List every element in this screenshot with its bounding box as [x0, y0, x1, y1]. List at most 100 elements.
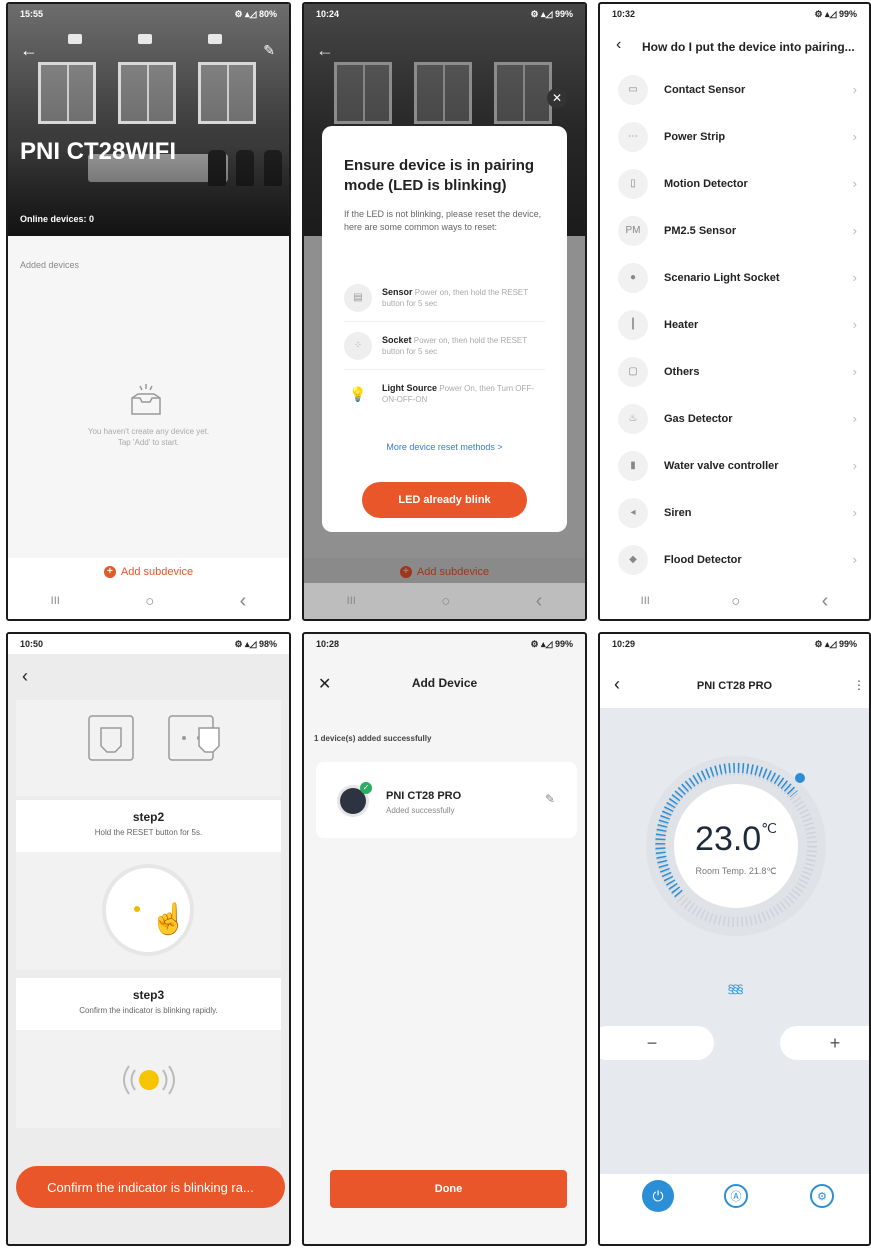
device-type-label: Others: [664, 365, 700, 378]
back-chevron-icon[interactable]: ‹: [616, 36, 621, 54]
led-already-blink-button[interactable]: LED already blink: [362, 482, 527, 518]
power-button[interactable]: ⏻: [642, 1180, 674, 1212]
edit-pencil-icon[interactable]: ✎: [263, 42, 275, 59]
temperature-unit: ℃: [761, 820, 777, 836]
sensor-icon: ▤: [344, 283, 372, 312]
android-nav-bar: III ○ ‹: [8, 583, 289, 619]
back-arrow-icon[interactable]: ←: [316, 40, 334, 61]
recent-apps-icon[interactable]: III: [641, 595, 650, 607]
edit-pencil-icon[interactable]: ✎: [545, 792, 555, 806]
screen-pairing-dialog: 10:24 ⚙ ▴◿ 99% ← ✕ Ensure device is in p…: [302, 2, 587, 621]
chevron-right-icon: ›: [852, 223, 857, 238]
hand-pointer-icon: ☝: [150, 903, 188, 936]
increase-button[interactable]: +: [780, 1026, 869, 1060]
chevron-right-icon: ›: [852, 505, 857, 520]
section-label: Added devices: [20, 260, 80, 270]
reset-row-light: 💡 Light Source Power On, then Turn OFF-O…: [344, 370, 545, 418]
android-nav-bar: III ○ ‹: [304, 583, 585, 619]
nav-back-icon[interactable]: ‹: [822, 590, 829, 613]
device-type-item[interactable]: PM PM2.5 Sensor ›: [600, 207, 869, 254]
settings-gear-icon[interactable]: ⚙: [810, 1184, 834, 1208]
done-button[interactable]: Done: [330, 1170, 567, 1208]
chevron-right-icon: ›: [852, 176, 857, 191]
device-reset-button-icon: ☝: [106, 868, 190, 952]
device-type-item[interactable]: ◂ Siren ›: [600, 489, 869, 536]
chevron-right-icon: ›: [852, 458, 857, 473]
reset-row-socket: ⁘ Socket Power on, then hold the RESET b…: [344, 322, 545, 370]
device-type-item[interactable]: ┃ Heater ›: [600, 301, 869, 348]
home-icon[interactable]: ○: [731, 593, 740, 610]
more-reset-methods-link[interactable]: More device reset methods >: [322, 442, 567, 452]
flood-detector-icon: ◆: [618, 544, 648, 575]
android-nav-bar: III ○ ‹: [600, 583, 869, 619]
back-arrow-icon[interactable]: ←: [20, 40, 38, 61]
temperature-dial[interactable]: 23.0℃ Room Temp. 21.8℃: [644, 754, 828, 938]
add-subdevice-button[interactable]: + Add subdevice: [8, 558, 289, 586]
step3-illustration: [16, 1030, 281, 1128]
chevron-right-icon: ›: [852, 317, 857, 332]
nav-back-icon[interactable]: ‹: [536, 590, 543, 613]
screen-device-home: 15:55 ⚙ ▴◿ 80% ← ✎ PNI CT28WIFI Online d…: [6, 2, 291, 621]
room-temperature: Room Temp. 21.8℃: [695, 866, 777, 876]
dialog-title: Ensure device is in pairing mode (LED is…: [344, 157, 535, 194]
device-type-label: Flood Detector: [664, 553, 742, 566]
device-type-item[interactable]: ▭ Contact Sensor ›: [600, 66, 869, 113]
target-temperature: 23.0: [695, 820, 762, 858]
step2-title: step2: [132, 810, 165, 824]
device-type-item[interactable]: ◆ Flood Detector ›: [600, 536, 869, 583]
pm25-sensor-icon: PM: [618, 215, 648, 246]
device-status: Added successfully: [386, 806, 455, 815]
dialog-description: If the LED is not blinking, please reset…: [344, 209, 542, 232]
chevron-right-icon: ›: [852, 270, 857, 285]
heater-icon: ┃: [618, 309, 648, 340]
home-icon[interactable]: ○: [441, 593, 450, 610]
device-type-label: Gas Detector: [664, 412, 733, 425]
light-bulb-icon: 💡: [344, 380, 372, 408]
home-icon[interactable]: ○: [145, 593, 154, 610]
decrease-button[interactable]: −: [600, 1026, 714, 1060]
recent-apps-icon[interactable]: III: [347, 595, 356, 607]
step2-illustration: ☝: [16, 852, 281, 970]
nav-back-icon[interactable]: ‹: [240, 590, 247, 613]
page-title: PNI CT28 PRO: [696, 680, 773, 692]
add-subdevice-button[interactable]: + Add subdevice: [304, 558, 585, 586]
chevron-right-icon: ›: [852, 129, 857, 144]
plus-circle-icon: +: [103, 566, 116, 578]
device-type-item[interactable]: ▢ Others ›: [600, 348, 869, 395]
siren-icon: ◂: [618, 497, 648, 528]
contact-sensor-icon: ▭: [618, 74, 648, 105]
led-dot: [134, 906, 140, 912]
plus-icon: +: [829, 1032, 841, 1053]
device-title: PNI CT28WIFI: [20, 138, 177, 165]
device-type-item[interactable]: ● Scenario Light Socket ›: [600, 254, 869, 301]
confirm-indicator-button[interactable]: Confirm the indicator is blinking ra...: [16, 1166, 285, 1208]
more-icon[interactable]: ⋮: [853, 678, 865, 692]
device-card[interactable]: ✓ PNI CT28 PRO Added successfully ✎: [316, 762, 577, 838]
mode-button[interactable]: Ⓐ: [724, 1184, 748, 1208]
device-type-item[interactable]: ▮ Water valve controller ›: [600, 442, 869, 489]
step3-text: Confirm the indicator is blinking rapidl…: [79, 1006, 218, 1015]
power-strip-icon: ⋯: [618, 121, 648, 152]
device-type-item[interactable]: ♨ Gas Detector ›: [600, 395, 869, 442]
device-type-label: Siren: [664, 506, 692, 519]
page-title: Add Device: [411, 676, 478, 690]
device-type-item[interactable]: ▯ Motion Detector ›: [600, 160, 869, 207]
page-title: How do I put the device into pairing...: [642, 40, 855, 54]
device-type-label: PM2.5 Sensor: [664, 224, 737, 237]
screen-device-list: 10:32 ⚙ ▴◿ 99% ‹ How do I put the device…: [598, 2, 871, 621]
socket-icon: ⁘: [344, 331, 372, 360]
step3-title: step3: [132, 988, 165, 1002]
back-chevron-icon[interactable]: ‹: [22, 666, 28, 687]
recent-apps-icon[interactable]: III: [51, 595, 60, 607]
chevron-right-icon: ›: [852, 82, 857, 97]
close-icon[interactable]: ✕: [547, 88, 567, 108]
step2-text: Hold the RESET button for 5s.: [94, 828, 203, 837]
water-valve-icon: ▮: [618, 450, 648, 481]
device-type-label: Motion Detector: [664, 177, 748, 190]
chevron-right-icon: ›: [852, 552, 857, 567]
screen-add-device-success: 10:28 ⚙ ▴◿ 99% ✕ Add Device 1 device(s) …: [302, 632, 587, 1246]
success-check-icon: ✓: [360, 782, 372, 794]
device-type-item[interactable]: ⋯ Power Strip ›: [600, 113, 869, 160]
plus-circle-icon: +: [399, 566, 412, 578]
device-type-list: ▭ Contact Sensor › ⋯ Power Strip › ▯ Motion Det…: [600, 66, 869, 587]
